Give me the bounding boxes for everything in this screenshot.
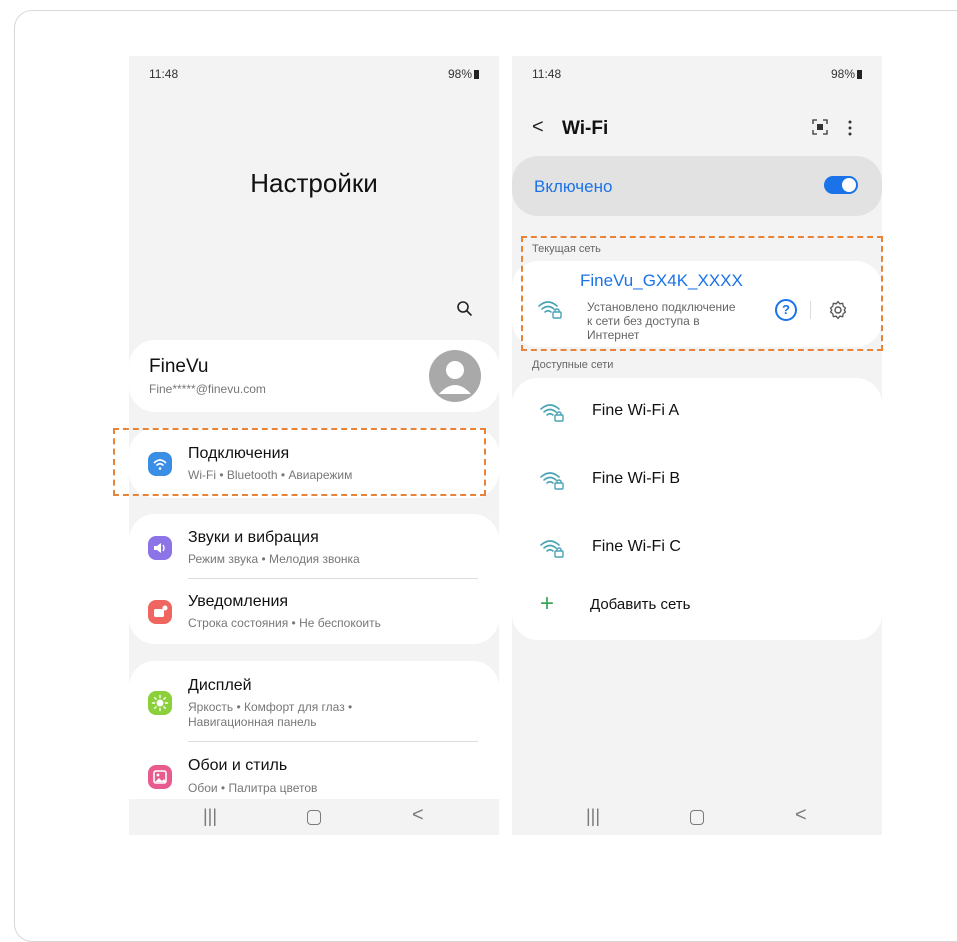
network-row-c[interactable]: Fine Wi-Fi C — [512, 514, 882, 580]
connections-highlight-box — [113, 428, 486, 496]
home-icon[interactable] — [307, 809, 321, 830]
status-bar: 11:48 98% — [129, 56, 499, 88]
back-icon[interactable]: < — [795, 804, 807, 827]
network-row-b[interactable]: Fine Wi-Fi B — [512, 446, 882, 512]
wallpaper-icon — [148, 765, 172, 789]
wifi-lock-icon — [538, 536, 566, 560]
sounds-subtitle: Режим звука • Мелодия звонка — [188, 552, 360, 566]
wallpaper-title[interactable]: Обои и стиль — [188, 757, 287, 775]
network-name: Fine Wi-Fi C — [592, 538, 681, 555]
header-title: Wi-Fi — [562, 118, 609, 139]
home-icon[interactable] — [690, 809, 704, 830]
notifications-title[interactable]: Уведомления — [188, 593, 288, 611]
plus-icon: + — [540, 590, 555, 617]
back-arrow-icon[interactable]: < — [532, 116, 544, 139]
qr-scan-icon[interactable] — [812, 119, 828, 135]
wifi-toggle-card[interactable]: Включено — [512, 156, 882, 216]
account-card[interactable]: FineVu Fine*****@finevu.com — [129, 340, 499, 412]
account-name: FineVu — [149, 356, 209, 377]
divider — [188, 578, 478, 579]
display-subtitle-line1: Яркость • Комфорт для глаз • — [188, 700, 353, 714]
battery-icon — [857, 70, 862, 79]
display-icon — [148, 691, 172, 715]
network-name: Fine Wi-Fi B — [592, 470, 680, 487]
display-subtitle-line2: Навигационная панель — [188, 715, 317, 729]
battery-icon — [474, 70, 479, 79]
sounds-title[interactable]: Звуки и вибрация — [188, 529, 319, 547]
status-time: 11:48 — [532, 67, 562, 81]
add-network-row[interactable]: + Добавить сеть — [512, 580, 882, 636]
battery-percent: 98% — [830, 67, 855, 81]
wifi-lock-icon — [538, 468, 566, 492]
network-row-a[interactable]: Fine Wi-Fi A — [512, 378, 882, 444]
available-networks-card: Fine Wi-Fi A Fine Wi-Fi B Fine Wi-Fi C +… — [512, 378, 882, 640]
page-title: Настройки — [250, 168, 378, 198]
wifi-lock-icon — [538, 400, 566, 424]
back-icon[interactable]: < — [412, 804, 424, 827]
add-network-label: Добавить сеть — [590, 596, 691, 613]
display-title[interactable]: Дисплей — [188, 677, 252, 695]
notifications-subtitle: Строка состояния • Не беспокоить — [188, 616, 381, 630]
recent-apps-icon[interactable]: ||| — [586, 806, 600, 827]
status-time: 11:48 — [149, 67, 179, 81]
status-bar: 11:48 98% — [512, 56, 882, 88]
sounds-notifications-card: Звуки и вибрация Режим звука • Мелодия з… — [129, 514, 499, 644]
notifications-icon — [148, 600, 172, 624]
wifi-toggle-label: Включено — [534, 177, 613, 196]
divider — [188, 741, 478, 742]
account-email: Fine*****@finevu.com — [149, 382, 266, 396]
avatar[interactable] — [429, 350, 481, 402]
battery-indicator: 98% — [448, 67, 479, 81]
battery-indicator: 98% — [831, 67, 862, 81]
navigation-bar: ||| < — [129, 799, 499, 835]
battery-percent: 98% — [447, 67, 472, 81]
wifi-screen: 11:48 98% < Wi-Fi Включено Текущая сеть … — [512, 56, 882, 835]
more-options-icon[interactable] — [848, 120, 852, 136]
network-name: Fine Wi-Fi A — [592, 402, 680, 419]
search-icon[interactable] — [455, 299, 475, 319]
wallpaper-subtitle: Обои • Палитра цветов — [188, 781, 318, 795]
wifi-toggle-switch[interactable] — [824, 176, 858, 194]
sound-icon — [148, 536, 172, 560]
available-networks-section-label: Доступные сети — [532, 359, 614, 371]
navigation-bar: ||| < — [512, 799, 882, 835]
current-network-highlight-box — [521, 236, 883, 351]
recent-apps-icon[interactable]: ||| — [203, 806, 217, 827]
